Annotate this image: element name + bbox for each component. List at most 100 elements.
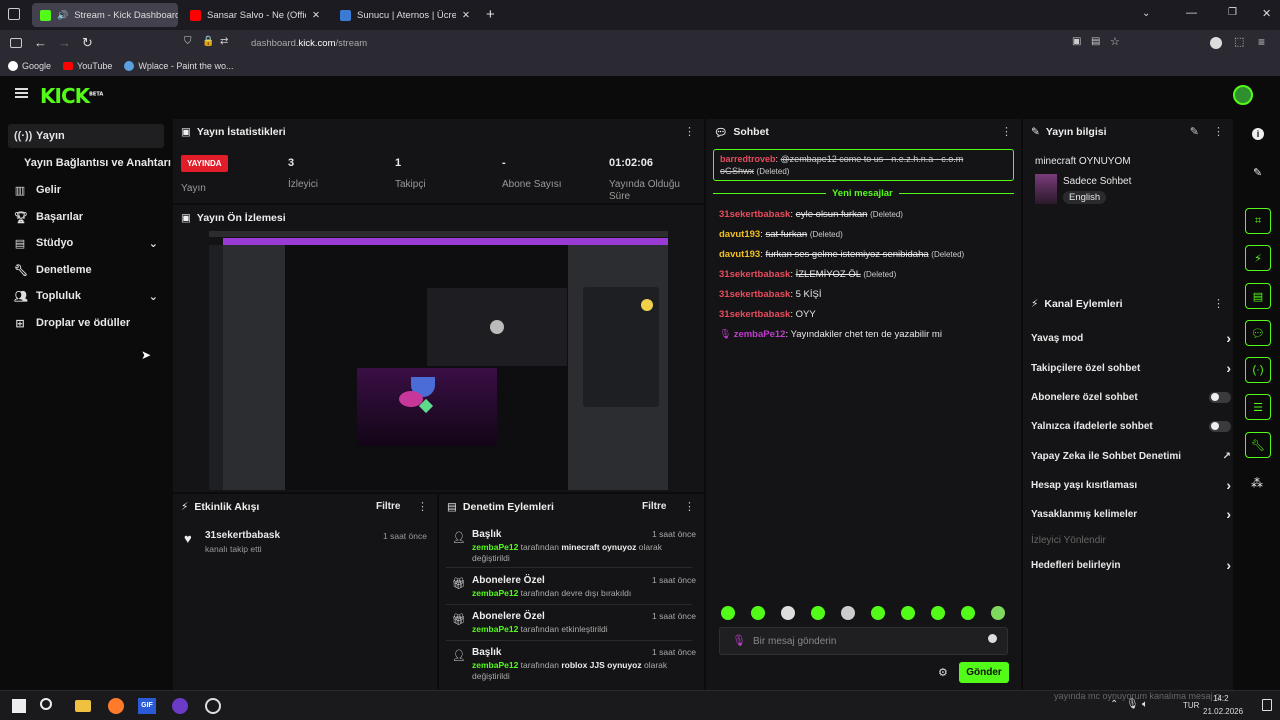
rail-wrench-icon[interactable]: 🔧︎ <box>1245 432 1271 458</box>
sidebar-item-topluluk[interactable]: 👥︎ Topluluk ⌄ <box>8 284 164 308</box>
minimize-button[interactable]: — <box>1186 7 1197 19</box>
close-icon[interactable]: ✕ <box>462 10 470 21</box>
stream-preview-video[interactable] <box>209 231 668 490</box>
permissions-icon[interactable]: ⇄ <box>220 36 228 47</box>
rail-stack-icon[interactable]: ☰ <box>1245 394 1271 420</box>
send-button[interactable]: Gönder <box>959 662 1009 683</box>
clock-date[interactable]: 21.02.2026 <box>1203 707 1243 716</box>
pinned-message[interactable]: barredtroveb: @zembape12 come to us - n.… <box>713 149 1014 181</box>
clock-time[interactable]: 14:2 <box>1213 694 1229 703</box>
maximize-button[interactable]: ❐ <box>1228 7 1237 18</box>
keyboard-lang[interactable]: TUR <box>1183 701 1199 710</box>
rail-screenshot-icon[interactable]: ⌗ <box>1245 208 1271 234</box>
recorder-icon[interactable] <box>205 698 221 714</box>
channel-action-ai-moderation[interactable]: Yapay Zeka ile Sohbet Denetimi ↗ <box>1031 447 1231 465</box>
pencil-icon[interactable]: ✎ <box>1190 125 1199 138</box>
more-options-icon[interactable]: ⋮ <box>684 125 695 138</box>
more-options-icon[interactable]: ⋮ <box>417 500 428 513</box>
emote-icon[interactable] <box>901 606 915 620</box>
chat-message[interactable]: 🎙︎ zembaPe12: Yayındakiler chet ten de y… <box>719 329 942 340</box>
sidebar-item-denetleme[interactable]: 🔧︎ Denetleme <box>8 258 164 282</box>
chat-username[interactable]: 31sekertbabask <box>719 309 790 320</box>
user-avatar[interactable] <box>1233 85 1253 105</box>
emote-icon[interactable] <box>751 606 765 620</box>
bookmark-youtube[interactable]: YouTube <box>63 61 112 71</box>
chat-message[interactable]: 31sekertbabask: 5 KİŞİ <box>719 289 821 300</box>
emote-icon[interactable] <box>811 606 825 620</box>
bookmark-wplace[interactable]: Wplace - Paint the wo... <box>124 61 233 71</box>
emote-icon[interactable] <box>871 606 885 620</box>
sidebar-item-droplar[interactable]: ⊞ Droplar ve ödüller <box>8 311 164 335</box>
tab-youtube[interactable]: Sansar Salvo - Ne (Official Vide ✕ <box>182 3 328 27</box>
url-bar[interactable]: dashboard.kick.com/stream <box>251 38 367 49</box>
filter-button[interactable]: Filtre <box>642 501 666 512</box>
chat-input[interactable]: 🎙︎ Bir mesaj gönderin <box>719 627 1008 655</box>
bookmark-star-icon[interactable]: ☆ <box>1110 35 1120 48</box>
forward-icon[interactable]: → <box>58 35 71 50</box>
chat-username[interactable]: 31sekertbabask <box>719 289 790 300</box>
emote-icon[interactable] <box>721 606 735 620</box>
more-options-icon[interactable]: ⋮ <box>1213 297 1224 310</box>
shield-icon[interactable]: ⛉ <box>184 36 192 47</box>
chat-username[interactable]: 31sekertbabask <box>719 269 790 280</box>
emotes-only-toggle[interactable] <box>1209 420 1231 432</box>
microphone-icon[interactable]: 🎙︎ <box>732 634 746 647</box>
rail-community-icon[interactable]: ⁂ <box>1251 476 1263 490</box>
menu-icon[interactable]: ≡ <box>1258 35 1265 49</box>
channel-action-subscribers-only[interactable]: Abonelere özel sohbet <box>1031 388 1231 406</box>
emote-icon[interactable] <box>841 606 855 620</box>
emote-icon[interactable] <box>781 606 795 620</box>
back-icon[interactable]: ← <box>34 35 47 50</box>
sidebar-item-basarilar[interactable]: 🏆︎ Başarılar <box>8 205 164 229</box>
reader-icon[interactable]: ▤ <box>1091 36 1100 47</box>
chat-message[interactable]: davut193: furkan ses gelme istemiyoz sen… <box>719 249 964 260</box>
speaker-tray-icon[interactable]: 🔈︎ <box>1142 699 1148 710</box>
chat-username[interactable]: davut193 <box>719 249 760 260</box>
folder-icon[interactable] <box>75 700 91 712</box>
sidebar-item-stream-key[interactable]: Yayın Bağlantısı ve Anahtarı <box>18 151 171 175</box>
obs-icon[interactable] <box>172 698 188 714</box>
channel-action-goals[interactable]: Hedefleri belirleyin › <box>1031 556 1231 574</box>
channel-action-emotes-only[interactable]: Yalnızca ifadelerle sohbet <box>1031 417 1231 435</box>
firefox-icon[interactable] <box>108 698 124 714</box>
account-icon[interactable] <box>1210 37 1222 49</box>
emoji-picker-icon[interactable] <box>988 634 997 643</box>
tab-kick-dashboard[interactable]: 🔊 Stream - Kick Dashboard ✕ <box>32 3 178 27</box>
chat-username[interactable]: davut193 <box>719 229 760 240</box>
close-icon[interactable]: ✕ <box>312 10 320 21</box>
channel-action-account-age[interactable]: Hesap yaşı kısıtlaması › <box>1031 476 1231 494</box>
mic-tray-icon[interactable]: 🎙︎ <box>1126 699 1139 710</box>
chat-message[interactable]: 31sekertbabask: İZLEMİYOZ ÖL (Deleted) <box>719 269 896 280</box>
sidebar-item-studyo[interactable]: ▤ Stüdyo ⌄ <box>8 231 164 255</box>
start-icon[interactable] <box>12 699 26 713</box>
chat-message[interactable]: 31sekertbabask: OYY <box>719 309 816 320</box>
channel-action-banned-words[interactable]: Yasaklanmış kelimeler › <box>1031 505 1231 523</box>
channel-action-slow-mode[interactable]: Yavaş mod › <box>1031 329 1231 347</box>
tab-overflow-icon[interactable]: ⌄ <box>1142 8 1150 19</box>
chat-username[interactable]: zembaPe12 <box>734 329 786 340</box>
emote-icon[interactable] <box>991 606 1005 620</box>
gif-app-icon[interactable]: GIF <box>138 698 156 714</box>
hamburger-menu-icon[interactable] <box>15 88 28 98</box>
tab-list-icon[interactable] <box>8 8 20 20</box>
rail-document-icon[interactable]: ▤ <box>1245 283 1271 309</box>
info-icon[interactable]: i <box>1252 128 1264 140</box>
new-tab-button[interactable]: + <box>486 6 495 23</box>
chat-settings-icon[interactable]: ⚙︎ <box>938 666 948 679</box>
close-window-button[interactable]: ✕ <box>1262 7 1271 20</box>
chat-message[interactable]: 31sekertbabask: eyle olsun furkan (Delet… <box>719 209 903 220</box>
more-options-icon[interactable]: ⋮ <box>1001 125 1012 138</box>
kick-logo[interactable]: KICKBETA <box>40 84 103 108</box>
tab-aternos[interactable]: Sunucu | Aternos | Ücretsiz Min ✕ <box>332 3 478 27</box>
edit-rail-icon[interactable]: ✎ <box>1253 166 1262 179</box>
notification-icon[interactable] <box>1262 699 1272 711</box>
rail-chat-icon[interactable]: 💬︎ <box>1245 320 1271 346</box>
subscribers-only-toggle[interactable] <box>1209 391 1231 403</box>
channel-action-followers-only[interactable]: Takipçilere özel sohbet › <box>1031 359 1231 377</box>
search-icon[interactable] <box>40 698 52 710</box>
more-options-icon[interactable]: ⋮ <box>1213 125 1224 138</box>
sidebar-item-gelir[interactable]: ▥ Gelir <box>8 178 164 202</box>
filter-button[interactable]: Filtre <box>376 501 400 512</box>
chat-message[interactable]: davut193: sat furkan (Deleted) <box>719 229 843 240</box>
sidebar-toggle-icon[interactable] <box>10 38 22 48</box>
